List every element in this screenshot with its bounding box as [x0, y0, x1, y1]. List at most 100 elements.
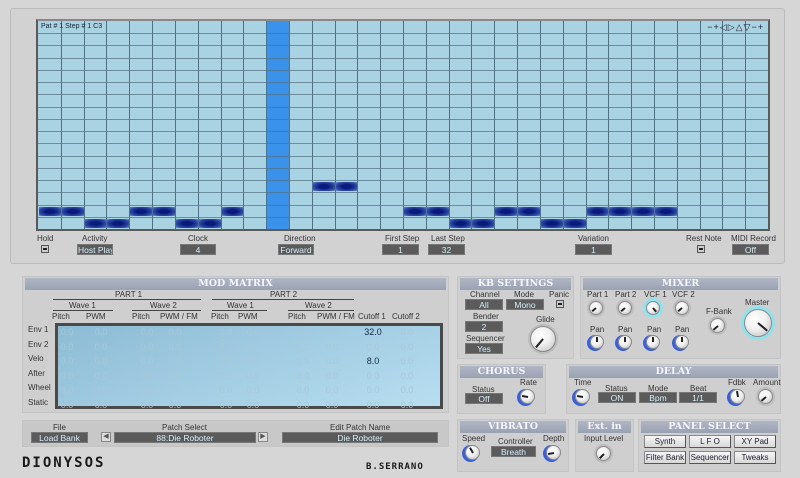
mod-matrix-cell[interactable]: 0.0: [132, 400, 162, 410]
mod-matrix-cell[interactable]: 0.0: [238, 342, 268, 352]
mod-matrix-cell[interactable]: 0.0: [160, 342, 190, 352]
vcf1-knob[interactable]: [646, 301, 660, 315]
mod-matrix-cell[interactable]: 0.0: [238, 385, 268, 395]
mod-matrix-cell[interactable]: 0.0: [132, 342, 162, 352]
pan2-knob[interactable]: [618, 335, 632, 349]
pan1-knob[interactable]: [590, 335, 604, 349]
vibrato-speed-knob[interactable]: [465, 445, 480, 460]
mod-matrix-cell[interactable]: 0.0: [358, 342, 388, 352]
sequencer-note[interactable]: [175, 218, 198, 228]
mod-matrix-cell[interactable]: 0.0: [288, 400, 318, 410]
mod-matrix-cell[interactable]: 0.0: [288, 371, 318, 381]
sequencer-note[interactable]: [198, 218, 221, 228]
edit-patch-name-field[interactable]: Die Roboter: [282, 432, 438, 443]
sequencer-note[interactable]: [39, 206, 61, 216]
panel-button-sequencer[interactable]: Sequencer: [689, 451, 731, 464]
direction-field[interactable]: Forward: [278, 244, 314, 255]
mod-matrix-cell[interactable]: 0.0: [392, 342, 422, 352]
mod-matrix-cell[interactable]: 0.0: [392, 371, 422, 381]
mod-matrix-cell[interactable]: 0.0: [132, 385, 162, 395]
delay-fdbk-knob[interactable]: [730, 389, 745, 404]
sequencer-note[interactable]: [153, 206, 175, 216]
mod-matrix-cell[interactable]: 0.0: [52, 371, 82, 381]
midi-record-field[interactable]: Off: [732, 244, 769, 255]
sequencer-note[interactable]: [221, 206, 244, 216]
panel-button-filter-bank[interactable]: Filter Bank: [644, 451, 686, 464]
mod-matrix-cell[interactable]: 0.0: [160, 371, 190, 381]
sequencer-note[interactable]: [426, 206, 449, 216]
sequencer-field[interactable]: Yes: [465, 343, 503, 354]
chorus-rate-knob[interactable]: [520, 389, 535, 404]
panel-button-tweaks[interactable]: Tweaks: [734, 451, 776, 464]
mod-matrix-cell[interactable]: 0.0: [52, 385, 82, 395]
rest-note-switch[interactable]: [697, 245, 705, 253]
mod-matrix-cell[interactable]: 0.0: [317, 356, 347, 366]
mod-matrix-cell[interactable]: 0.0: [238, 327, 268, 337]
vibrato-controller-field[interactable]: Breath: [491, 446, 536, 457]
mod-matrix-cell[interactable]: 0.0: [392, 400, 422, 410]
delay-amount-knob[interactable]: [758, 389, 773, 404]
mod-matrix-cell[interactable]: 0.0: [211, 356, 241, 366]
file-field[interactable]: Load Bank: [31, 432, 88, 443]
mod-matrix-cell[interactable]: 0.0: [358, 400, 388, 410]
mod-matrix-cell[interactable]: 0.0: [52, 327, 82, 337]
mod-matrix-cell[interactable]: 0.0: [160, 385, 190, 395]
master-knob[interactable]: [744, 309, 772, 337]
sequencer-note[interactable]: [518, 206, 540, 216]
mod-matrix-cell[interactable]: 0.0: [86, 400, 116, 410]
sequencer-note[interactable]: [312, 182, 335, 192]
mod-matrix-cell[interactable]: 0.0: [392, 327, 422, 337]
mod-matrix-cell[interactable]: 0.0: [52, 342, 82, 352]
view-control-button[interactable]: ▷: [728, 22, 736, 32]
glide-knob[interactable]: [530, 326, 556, 352]
patch-next-button[interactable]: ▶: [258, 432, 268, 442]
part1-knob[interactable]: [589, 301, 603, 315]
fbank-knob[interactable]: [710, 318, 725, 333]
mod-matrix-cell[interactable]: 0.0: [211, 385, 241, 395]
input-level-knob[interactable]: [596, 446, 611, 461]
sequencer-note[interactable]: [495, 206, 518, 216]
mod-matrix-cell[interactable]: 0.0: [52, 356, 82, 366]
sequencer-note[interactable]: [632, 206, 654, 216]
mod-matrix-cell[interactable]: 0.0: [238, 371, 268, 381]
mod-matrix-cell[interactable]: 0.0: [86, 385, 116, 395]
sequencer-note[interactable]: [335, 182, 358, 192]
mod-matrix-cell[interactable]: 0.0: [211, 342, 241, 352]
part2-knob[interactable]: [618, 301, 632, 315]
mod-matrix-cell[interactable]: 0.0: [288, 356, 318, 366]
mod-matrix-cell[interactable]: 0.0: [132, 356, 162, 366]
last-step-field[interactable]: 32: [428, 244, 465, 255]
mod-matrix-cell[interactable]: 8.0: [358, 356, 388, 366]
mode-field[interactable]: Mono: [506, 299, 544, 310]
mod-matrix-cell[interactable]: 0.0: [211, 400, 241, 410]
delay-time-knob[interactable]: [575, 389, 590, 404]
mod-matrix-cell[interactable]: 0.0: [358, 371, 388, 381]
panel-button-xy-pad[interactable]: XY Pad: [734, 435, 776, 448]
delay-mode-field[interactable]: Bpm: [639, 392, 677, 403]
panic-button[interactable]: [556, 300, 564, 308]
patch-select-field[interactable]: 88:Die Roboter: [114, 432, 256, 443]
sequencer-note[interactable]: [404, 206, 426, 216]
mod-matrix-cell[interactable]: 0.0: [238, 356, 268, 366]
mod-matrix-cell[interactable]: 0.0: [86, 371, 116, 381]
sequencer-note[interactable]: [130, 206, 153, 216]
mod-matrix-cell[interactable]: 0.0: [392, 356, 422, 366]
mod-matrix-cell[interactable]: 0.0: [86, 342, 116, 352]
view-control-button[interactable]: △: [736, 22, 744, 32]
mod-matrix-cell[interactable]: 0.0: [132, 327, 162, 337]
step-sequencer-grid[interactable]: Pat # 1 Step # 1 C3 −+◁▷△▽−+: [36, 19, 770, 231]
mod-matrix-cell[interactable]: 0.0: [160, 356, 190, 366]
mod-matrix-cell[interactable]: 0.0: [211, 371, 241, 381]
mod-matrix-cell[interactable]: 0.0: [86, 327, 116, 337]
mod-matrix-cell[interactable]: 32.0: [358, 327, 388, 337]
view-controls[interactable]: −+◁▷△▽−+: [707, 22, 764, 33]
mod-matrix-cell[interactable]: 0.0: [288, 342, 318, 352]
vcf2-knob[interactable]: [675, 301, 689, 315]
sequencer-note[interactable]: [107, 218, 130, 228]
mod-matrix-cell[interactable]: 0.0: [392, 385, 422, 395]
hold-switch[interactable]: [41, 245, 49, 253]
panel-button-l-f-o[interactable]: L F O: [689, 435, 731, 448]
mod-matrix-cell[interactable]: 0.0: [288, 385, 318, 395]
mod-matrix-cell[interactable]: 0.0: [358, 385, 388, 395]
sequencer-note[interactable]: [609, 206, 632, 216]
